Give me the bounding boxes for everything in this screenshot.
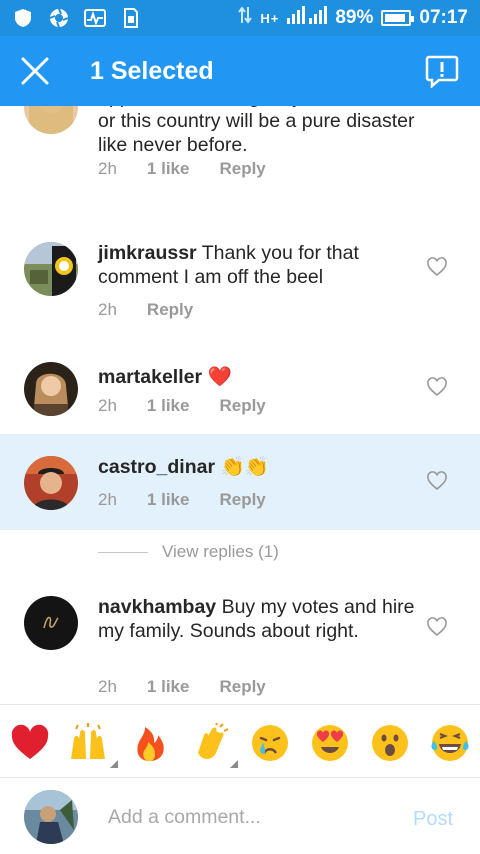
variant-indicator — [230, 760, 238, 768]
avatar[interactable] — [24, 106, 78, 134]
comment-item[interactable]: navkhambay Buy my votes and hire my fami… — [0, 580, 480, 700]
comment-username[interactable]: martakeller — [98, 366, 202, 388]
comment-composer: Post — [0, 778, 480, 854]
comment-username[interactable]: castro_dinar — [98, 456, 215, 478]
sim-card-icon — [120, 8, 142, 28]
report-icon — [425, 55, 459, 88]
like-heart-icon[interactable] — [426, 617, 448, 637]
comment-time: 2h — [98, 396, 117, 415]
avatar[interactable] — [24, 242, 78, 296]
comment-meta: 2h 1 like Reply — [98, 677, 266, 697]
action-bar: 1 Selected — [0, 36, 480, 106]
comment-time: 2h — [98, 300, 117, 319]
close-icon — [21, 57, 49, 85]
view-replies-link[interactable]: View replies (1) — [98, 542, 279, 562]
emoji-quick-bar — [0, 704, 480, 778]
comment-item[interactable]: appreciated enough... you must win.. or … — [0, 106, 480, 206]
reply-button[interactable]: Reply — [219, 677, 265, 697]
comment-meta: 2h 1 like Reply — [98, 159, 266, 179]
comment-input[interactable] — [108, 802, 388, 832]
comment-item[interactable]: martakeller ❤️ 2h 1 like Reply — [0, 340, 480, 430]
comment-text: appreciated enough... you must win.. or … — [98, 106, 418, 157]
like-count[interactable]: 1 like — [147, 159, 190, 179]
comment-meta: 2h Reply — [98, 300, 193, 320]
status-notification-icons — [12, 8, 142, 28]
surprised-face-emoji[interactable] — [370, 723, 410, 763]
reply-button[interactable]: Reply — [147, 300, 193, 320]
comment-list[interactable]: appreciated enough... you must win.. or … — [0, 106, 480, 704]
reply-button[interactable]: Reply — [219, 490, 265, 510]
status-bar: H+ 89% 07:17 — [0, 0, 480, 36]
status-system-info: H+ 89% 07:17 — [238, 6, 468, 30]
network-type: H+ — [260, 10, 280, 26]
comment-body: ❤️ — [207, 366, 232, 388]
comment-meta: 2h 1 like Reply — [98, 396, 266, 416]
comment-text: jimkraussr Thank you for that comment I … — [98, 241, 418, 289]
avatar — [24, 790, 78, 844]
signal-icon — [287, 6, 328, 30]
comment-item-selected[interactable]: castro_dinar 👏👏 2h 1 like Reply — [0, 434, 480, 530]
battery-icon — [381, 10, 415, 26]
like-heart-icon[interactable] — [426, 377, 448, 397]
selection-title: 1 Selected — [90, 56, 214, 85]
data-arrows-icon — [238, 6, 253, 30]
shield-icon — [12, 8, 34, 28]
close-button[interactable] — [0, 36, 70, 106]
variant-indicator — [110, 760, 118, 768]
view-replies-label: View replies (1) — [162, 542, 279, 561]
clock: 07:17 — [419, 7, 468, 28]
comment-time: 2h — [98, 677, 117, 696]
avatar[interactable] — [24, 362, 78, 416]
activity-icon — [84, 8, 106, 28]
red-heart-emoji[interactable] — [10, 723, 50, 763]
post-button[interactable]: Post — [413, 808, 453, 831]
reply-button[interactable]: Reply — [219, 159, 265, 179]
battery-percent: 89% — [335, 7, 374, 28]
avatar[interactable] — [24, 456, 78, 510]
avatar[interactable] — [24, 596, 78, 650]
aperture-icon — [48, 8, 70, 28]
replies-divider — [98, 551, 148, 553]
comment-body: appreciated enough... you must win.. or … — [98, 106, 417, 156]
like-heart-icon[interactable] — [426, 257, 448, 277]
laughing-tears-emoji[interactable] — [430, 723, 470, 763]
fire-emoji[interactable] — [130, 723, 170, 763]
comment-text: navkhambay Buy my votes and hire my fami… — [98, 595, 418, 643]
heart-eyes-emoji[interactable] — [310, 723, 350, 763]
comment-item[interactable]: jimkraussr Thank you for that comment I … — [0, 228, 480, 328]
comment-text: castro_dinar 👏👏 — [98, 455, 418, 479]
like-heart-icon[interactable] — [426, 471, 448, 491]
comment-meta: 2h 1 like Reply — [98, 490, 266, 510]
report-button[interactable] — [422, 51, 462, 91]
raising-hands-emoji[interactable] — [68, 723, 108, 763]
comment-username[interactable]: jimkraussr — [98, 242, 197, 264]
like-count[interactable]: 1 like — [147, 677, 190, 697]
comment-time: 2h — [98, 159, 117, 178]
comment-username[interactable]: navkhambay — [98, 596, 216, 618]
like-count[interactable]: 1 like — [147, 490, 190, 510]
like-count[interactable]: 1 like — [147, 396, 190, 416]
crying-face-emoji[interactable] — [250, 723, 290, 763]
comment-time: 2h — [98, 490, 117, 509]
comment-body: 👏👏 — [220, 456, 270, 478]
reply-button[interactable]: Reply — [219, 396, 265, 416]
comment-text: martakeller ❤️ — [98, 365, 418, 389]
clapping-hands-emoji[interactable] — [190, 723, 230, 763]
